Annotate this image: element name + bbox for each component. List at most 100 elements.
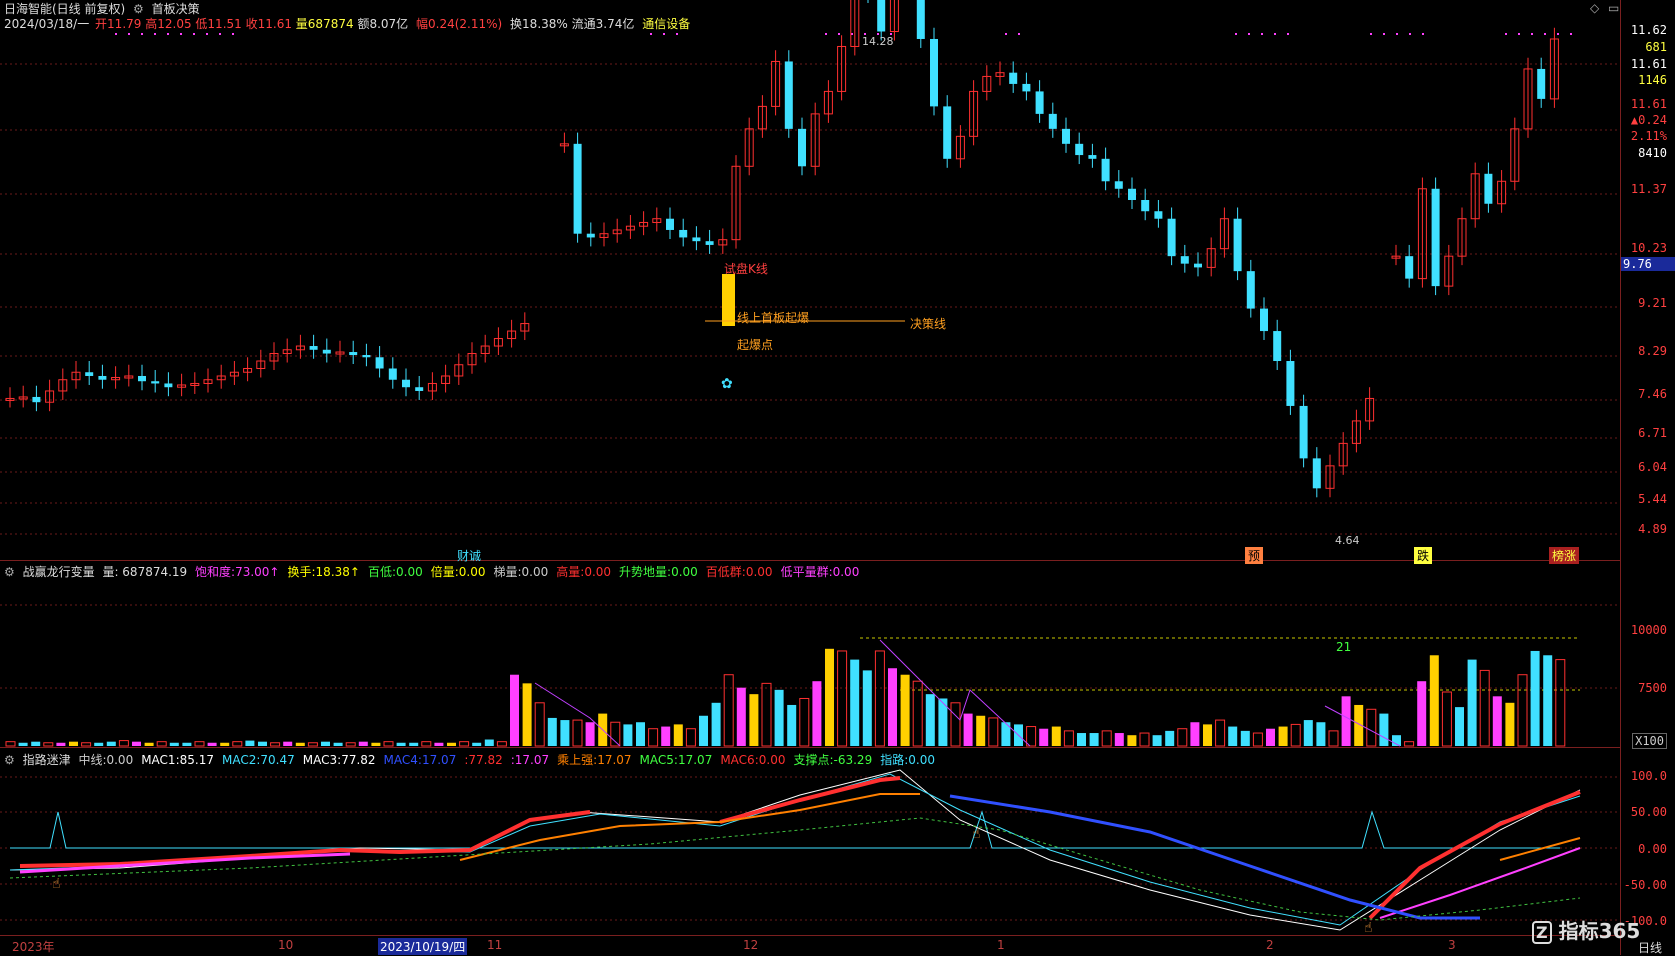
indicator-field-label: 梯量: [493,565,522,579]
signal-dot [838,33,840,35]
indicator-field-value: 0.00 [671,565,698,579]
volume-bar [472,742,482,746]
axis-osc-label: 100.0 [1630,769,1667,783]
candle-body [679,229,688,238]
candle-body [151,381,160,384]
indicator-field-value: 0.00 [832,565,860,579]
volume-bar [812,681,822,746]
vol-label-21: 21 [1336,640,1352,654]
indicator-field-label: 饱和度: [195,565,236,579]
candle-body [349,352,358,356]
indicator-field: :77.82 [464,753,506,767]
axis-price-label: 11.62 [1630,23,1667,37]
mac3-line [19,810,591,868]
volume-bar [522,683,532,746]
signal-dot [1383,33,1385,35]
volume-bar [31,741,41,746]
volume-bar [207,742,217,746]
volume-bar [1441,691,1452,747]
indicator-field: 支撑点:-63.29 [793,753,876,767]
signal-dot [1422,33,1424,35]
indicator-field-value: 17.07 [597,753,632,767]
indicator-field-value: 0.00 [908,753,935,767]
volume-bar [383,741,394,747]
indicator-field-label: 换手: [287,565,316,579]
panel2-name[interactable]: 战赢龙行变量 [23,565,95,579]
candle-body [1075,143,1084,156]
volume-bar [736,687,746,746]
indicator-field-label: MAC6: [720,753,759,767]
candle-body [1154,211,1163,219]
mac4-line [949,794,1480,920]
x-axis-label: 10 [278,938,294,952]
indicator-field: MAC3:77.82 [303,753,380,767]
x-axis-label: 2 [1266,938,1274,952]
volume-bar [661,726,671,746]
candlestick-chart[interactable]: ☝ ☝ ☝ [0,0,1620,955]
panel2-header: ⚙ 战赢龙行变量 量: 687874.19 饱和度:73.00↑ 换手:18.38… [4,563,871,580]
volume-bar [560,720,570,746]
candle-body [784,61,793,129]
indicator-field-label: MAC4: [383,753,422,767]
volume-bar [1341,696,1351,746]
indicator-field: 指路:0.00 [880,753,939,767]
panel3-gear-icon[interactable]: ⚙ [4,753,15,767]
signal-dot [141,33,143,35]
volume-bar [1089,733,1099,746]
mac3-line [1368,790,1581,920]
signal-dot [1248,33,1250,35]
volume-bar [1139,732,1150,747]
signal-dot [663,33,665,35]
volume-bar [1290,723,1301,747]
signal-dot [206,33,208,35]
volume-bar [182,742,192,746]
candle-body [943,106,952,159]
volume-bar [1240,730,1250,746]
volume-bar [623,724,633,746]
candle-body [1431,188,1440,287]
volume-bar [1077,733,1086,746]
volume-bar [976,715,986,746]
signal-line [10,810,1560,849]
panel2-gear-icon[interactable]: ⚙ [4,565,15,579]
candle-body [1260,308,1268,332]
volume-bar [1063,730,1074,747]
period-label[interactable]: 日线 [1638,939,1662,956]
volume-bar [837,650,848,747]
volume-bar [333,742,343,746]
volume-bar [169,742,179,746]
volume-bar [283,741,293,746]
indicator-field-label: 指路: [880,753,909,767]
panel3-name[interactable]: 指路迷津 [23,753,71,767]
cheng-shang-line [1499,837,1581,861]
current-price-tag: 9.76 [1621,257,1675,271]
candle-body [1180,256,1189,264]
volume-bar [396,742,406,746]
volume-bar [749,694,759,746]
signal-dot [1557,33,1559,35]
signal-dot [1518,33,1520,35]
volume-bar [925,694,935,746]
signal-dot [154,33,156,35]
brand-z-icon: Z [1532,921,1552,944]
volume-bar [358,741,368,746]
mac-line [1379,847,1581,919]
axis-price-label: 11.61 [1630,97,1667,111]
candle-body [85,372,94,376]
volume-bar [950,702,961,747]
hand-pointer-icon: ☝ [1364,920,1373,936]
volume-bar [496,741,507,747]
volume-bar [295,742,305,746]
mac1-line [9,769,1581,931]
axis-price-label: 7.46 [1638,387,1667,401]
volume-bar [1328,730,1339,747]
high-marker: 14.28 [862,35,894,48]
candle-body [138,375,146,382]
axis-osc-label: 0.00 [1638,842,1667,856]
indicator-field-value: 0.00 [584,565,612,579]
indicator-field-label: 升势地量: [619,565,672,579]
axis-separator [1620,0,1621,955]
volume-bar [1417,681,1427,746]
volume-bar [220,742,230,746]
volume-bar [1101,730,1112,747]
